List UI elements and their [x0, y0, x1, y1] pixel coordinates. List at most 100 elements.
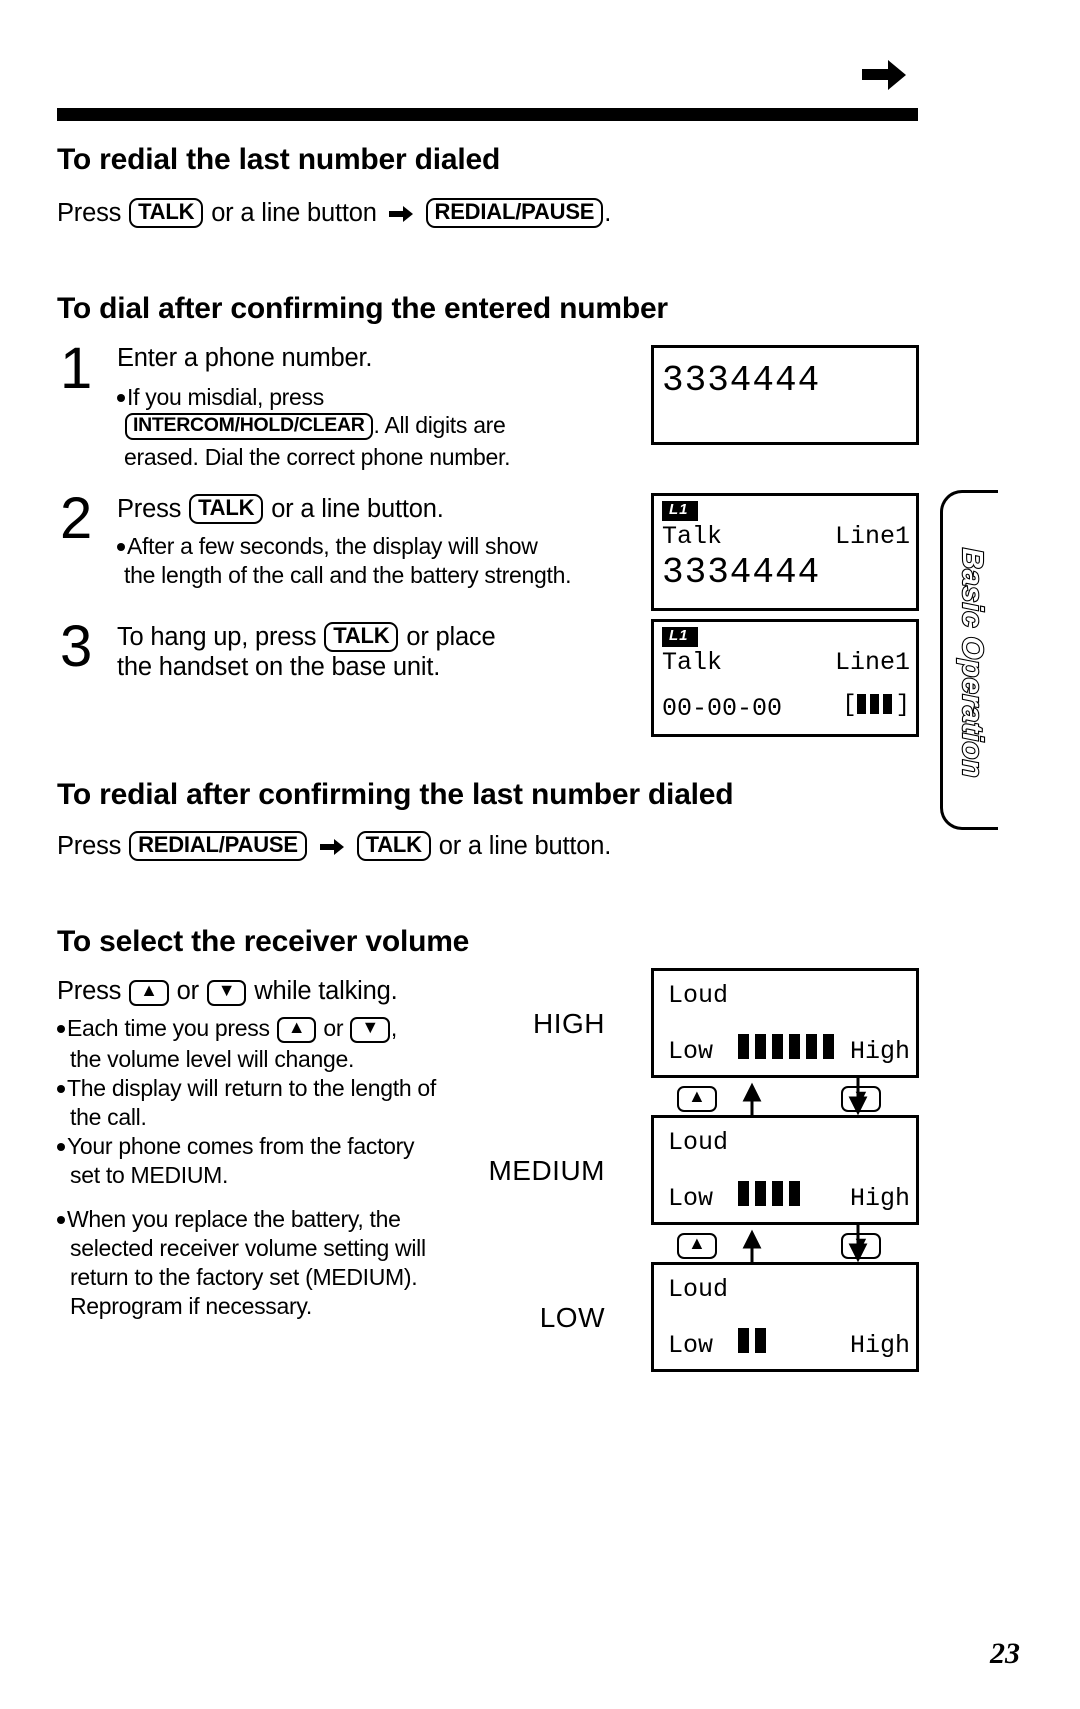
heading-select-receiver-volume: To select the receiver volume [57, 925, 470, 958]
volume-bar [755, 1328, 766, 1353]
bullet-dot-icon [57, 1025, 65, 1033]
down-arrow-icon: ▼ [217, 980, 236, 1000]
lcd-volume-medium-bars [738, 1181, 806, 1207]
battery-bar [882, 694, 892, 714]
lcd-volume-medium-loud: Loud [668, 1128, 729, 1157]
volume-bullet-3-line2: set to MEDIUM. [70, 1162, 229, 1188]
lcd-entered-number-digits: 3334444 [662, 360, 821, 401]
battery-bracket-close: ] [895, 692, 910, 719]
volume-level-label-low: LOW [539, 1302, 605, 1333]
key-talk[interactable]: TALK [324, 622, 399, 652]
step-3-lead-label: To hang up, press [117, 623, 317, 651]
lcd-talk-number: L1 Talk Line1 3334444 [651, 493, 919, 611]
heading-dial-after-confirming: To dial after confirming the entered num… [57, 292, 668, 325]
step-3-line-2: the handset on the base unit. [117, 653, 441, 681]
lcd-volume-medium-low: Low [668, 1184, 714, 1213]
key-volume-down[interactable]: ▼ [841, 1233, 881, 1259]
volume-bar [806, 1034, 817, 1059]
key-talk[interactable]: TALK [189, 494, 264, 524]
volume-bullet-4-line2: selected receiver volume setting will [70, 1235, 426, 1261]
step-2-bullet-1-cont: the length of the call and the battery s… [124, 562, 572, 588]
volume-bullet-4-text: When you replace the battery, the [67, 1206, 401, 1232]
redial-press-label: Press [57, 199, 122, 227]
lcd-volume-low-high: High [849, 1331, 910, 1360]
key-volume-down[interactable]: ▼ [206, 980, 247, 1006]
header-rule [57, 108, 918, 121]
key-volume-down[interactable]: ▼ [841, 1086, 881, 1112]
lcd-volume-low: Loud Low High [651, 1262, 919, 1372]
volume-bullet-2: The display will return to the length of [57, 1075, 436, 1102]
key-volume-up[interactable]: ▲ [129, 980, 169, 1006]
key-volume-down[interactable]: ▼ [350, 1017, 390, 1043]
redial-instruction-line: Press TALK or a line button REDIAL/PAUSE… [57, 198, 611, 228]
lcd-volume-low-loud: Loud [668, 1275, 729, 1304]
volume-bar [738, 1034, 749, 1059]
lcd-battery-indicator: [] [842, 692, 910, 719]
page-number: 23 [990, 1637, 1020, 1670]
volume-bar [755, 1181, 766, 1206]
key-intercom-hold-clear[interactable]: INTERCOM/HOLD/CLEAR [125, 413, 373, 440]
volume-bullet-2-line2: the call. [70, 1104, 147, 1130]
redial-period: . [604, 199, 612, 227]
side-tab-label: Basic Operation [955, 547, 989, 779]
volume-bar [789, 1034, 800, 1059]
step-number-3: 3 [60, 614, 93, 679]
lcd-volume-medium-high: High [849, 1184, 910, 1213]
volume-press-label: Press [57, 977, 122, 1005]
volume-bar [789, 1181, 800, 1206]
lcd-talk-timer-line-badge: L1 [662, 627, 698, 647]
up-arrow-icon: ▲ [140, 980, 158, 1000]
step-3-tail-label: or place [406, 623, 496, 651]
step-1-bullet-1-cont2: erased. Dial the correct phone number. [124, 444, 511, 470]
lcd-talk-timer-value: 00-00-00 [662, 694, 783, 723]
key-volume-up[interactable]: ▲ [677, 1086, 717, 1112]
step-2-bullet-1-text: After a few seconds, the display will sh… [127, 533, 538, 559]
step-2-bullet-1: After a few seconds, the display will sh… [117, 533, 538, 560]
heading-redial-last-number: To redial the last number dialed [57, 143, 501, 176]
volume-bullet-3: Your phone comes from the factory [57, 1133, 415, 1160]
lcd-volume-low-low: Low [668, 1331, 714, 1360]
up-arrow-icon: ▲ [688, 1233, 706, 1253]
volume-bar [738, 1328, 749, 1353]
page-top-right-arrow-icon [862, 58, 906, 92]
volume-bullet-1: Each time you press ▲ or ▼, [57, 1015, 397, 1043]
down-arrow-icon: ▼ [361, 1017, 379, 1037]
redial-confirm-tail-label: or a line button. [438, 832, 612, 860]
up-arrow-icon: ▲ [688, 1086, 706, 1106]
lcd-talk-number-line-badge: L1 [662, 501, 698, 521]
lcd-talk-timer-line-label: Line1 [834, 648, 910, 677]
lcd-talk-number-status: Talk [662, 522, 723, 551]
key-volume-up[interactable]: ▲ [677, 1233, 717, 1259]
volume-bullet-4-line3: return to the factory set (MEDIUM). [70, 1264, 418, 1290]
key-talk[interactable]: TALK [129, 198, 204, 228]
step-1-bullet-1-text: If you misdial, press [127, 384, 324, 410]
volume-intro-tail: while talking. [254, 977, 398, 1005]
right-arrow-icon [388, 201, 413, 230]
lcd-volume-high-low: Low [668, 1037, 714, 1066]
key-redial-pause[interactable]: REDIAL/PAUSE [425, 198, 604, 228]
down-arrow-icon: ▼ [852, 1086, 870, 1106]
step-1-bullet-1-cont: INTERCOM/HOLD/CLEAR. All digits are [124, 412, 506, 440]
volume-or-label: or [176, 977, 199, 1005]
lcd-volume-high-loud: Loud [668, 981, 729, 1010]
lcd-talk-number-line-label: Line1 [834, 522, 910, 551]
lcd-volume-medium: Loud Low High [651, 1115, 919, 1225]
bullet-dot-icon [117, 543, 125, 551]
bullet-dot-icon [57, 1143, 65, 1151]
volume-level-label-medium: MEDIUM [488, 1155, 605, 1186]
key-volume-up[interactable]: ▲ [276, 1017, 317, 1043]
bullet-dot-icon [57, 1085, 65, 1093]
volume-bullet-3-text: Your phone comes from the factory [67, 1133, 415, 1159]
volume-bar [772, 1181, 783, 1206]
key-redial-pause[interactable]: REDIAL/PAUSE [129, 831, 307, 861]
volume-bullet-2-text: The display will return to the length of [67, 1075, 436, 1101]
volume-bar [772, 1034, 783, 1059]
step-number-1: 1 [60, 336, 93, 401]
step-1-bullet-1: If you misdial, press [117, 384, 324, 411]
lcd-volume-low-bars [738, 1328, 772, 1354]
battery-bar [856, 694, 866, 714]
step-1-title: Enter a phone number. [117, 344, 373, 372]
lcd-entered-number: 3334444 [651, 345, 919, 445]
right-arrow-icon [319, 834, 344, 863]
key-talk[interactable]: TALK [356, 831, 431, 861]
